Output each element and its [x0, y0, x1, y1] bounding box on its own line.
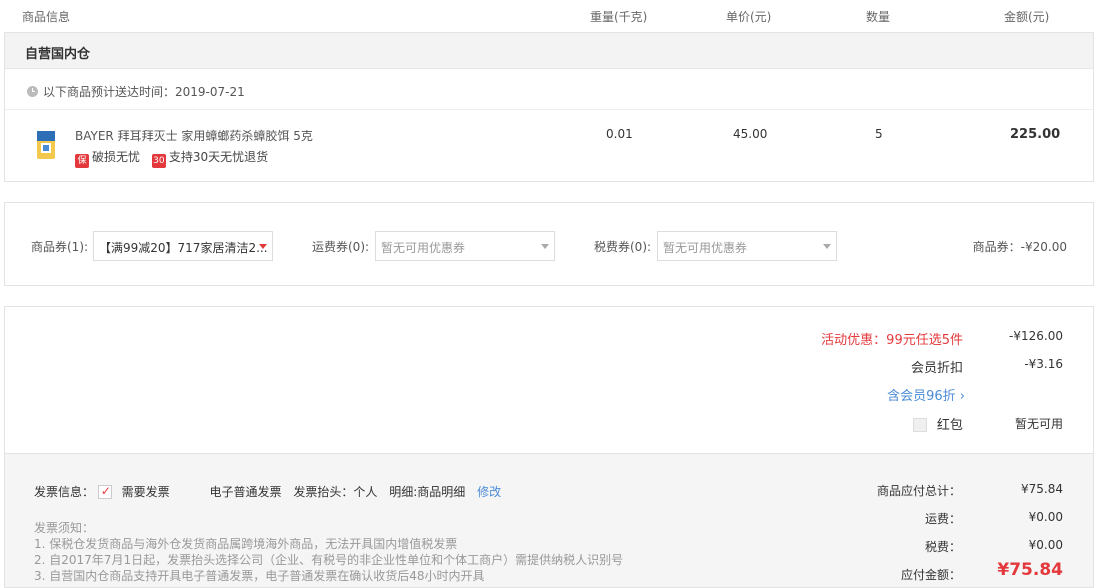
chevron-down-icon [259, 244, 267, 249]
product-image[interactable] [33, 129, 59, 161]
coupon-summary: 商品券：-¥20.00 [972, 240, 1067, 254]
clock-icon [27, 86, 38, 97]
header-product-info: 商品信息 [22, 10, 71, 24]
tax-coupon-label: 税费券(0): [594, 240, 652, 254]
warehouse-section: 自营国内仓 以下商品预计送达时间：2019-07-21 BAYER 拜耳拜灭士 … [4, 32, 1094, 182]
shipping-fee-value: ¥0.00 [1028, 510, 1063, 524]
invoice-detail: 明细:商品明细 [389, 485, 466, 499]
tax-fee-value: ¥0.00 [1028, 538, 1063, 552]
damage-guarantee-icon: 保 [75, 154, 89, 168]
tax-coupon-select[interactable]: 暂无可用优惠券 [657, 231, 837, 261]
shipping-coupon-label: 运费券(0): [312, 240, 370, 254]
goods-coupon-value: 【满99减20】717家居清洁2... [99, 241, 268, 255]
product-tags: 保破损无忧 30 支持30天无忧退货 [75, 148, 268, 168]
redpacket-value: 暂无可用 [1014, 417, 1063, 431]
member-discount-value: -¥3.16 [1024, 357, 1063, 371]
goods-total-label: 商品应付总计： [876, 484, 961, 498]
table-header: 商品信息 重量(千克) 单价(元) 数量 金额(元) [0, 0, 1097, 32]
redpacket-checkbox[interactable] [913, 418, 927, 432]
payable-label: 应付金额： [900, 568, 961, 582]
redpacket-label: 红包 [936, 418, 963, 433]
header-amount: 金额(元) [1004, 10, 1050, 24]
redpacket-row: 红包 [913, 414, 963, 433]
invoice-label: 发票信息： [34, 485, 95, 499]
tax-coupon-value: 暂无可用优惠券 [663, 241, 748, 255]
member-discount-label: 会员折扣 [910, 361, 963, 376]
tag-return-30days: 支持30天无忧退货 [168, 150, 269, 164]
header-quantity: 数量 [866, 10, 891, 24]
shipping-coupon-select[interactable]: 暂无可用优惠券 [375, 231, 555, 261]
shipping-coupon-value: 暂无可用优惠券 [381, 241, 466, 255]
product-quantity: 5 [875, 127, 883, 141]
goods-coupon-label: 商品券(1): [31, 240, 89, 254]
summary-section: 发票信息： 需要发票 电子普通发票 发票抬头：个人 明细:商品明细 修改 发票须… [4, 454, 1094, 588]
chevron-down-icon [541, 244, 549, 249]
invoice-notes-title: 发票须知： [34, 521, 95, 535]
payable-amount: ¥75.84 [997, 560, 1063, 580]
invoice-title: 发票抬头：个人 [293, 485, 378, 499]
invoice-note-1: 1. 保税仓发货商品与海外仓发货商品属跨境海外商品，无法开具国内增值税发票 [34, 537, 458, 551]
coupons-section: 商品券(1): 【满99减20】717家居清洁2... 运费券(0): 暂无可用… [4, 202, 1094, 286]
activity-discount-value: -¥126.00 [1009, 329, 1063, 343]
product-amount: 225.00 [1010, 127, 1061, 142]
tag-damage-guarantee: 破损无忧 [92, 150, 141, 164]
need-invoice-label: 需要发票 [121, 485, 170, 499]
product-weight: 0.01 [606, 127, 633, 141]
header-weight: 重量(千克) [590, 10, 648, 24]
discounts-section: 活动优惠：99元任选5件 -¥126.00 会员折扣 -¥3.16 含会员96折… [4, 306, 1094, 454]
shipping-fee-label: 运费： [924, 512, 961, 526]
delivery-text: 以下商品预计送达时间：2019-07-21 [43, 85, 245, 99]
invoice-row: 发票信息： 需要发票 电子普通发票 发票抬头：个人 明细:商品明细 修改 [34, 483, 501, 500]
invoice-type: 电子普通发票 [209, 485, 282, 499]
warehouse-title: 自营国内仓 [5, 33, 1093, 69]
activity-discount-label: 活动优惠：99元任选5件 [821, 333, 963, 348]
goods-total-value: ¥75.84 [1021, 482, 1063, 496]
member-discount-link[interactable]: 含会员96折 › [665, 385, 965, 404]
return-30days-icon: 30 [151, 154, 166, 168]
product-price: 45.00 [733, 127, 768, 141]
chevron-down-icon [823, 244, 831, 249]
tax-fee-label: 税费： [924, 540, 961, 554]
invoice-notes: 发票须知： 1. 保税仓发货商品与海外仓发货商品属跨境海外商品，无法开具国内增值… [34, 520, 623, 584]
header-unit-price: 单价(元) [726, 10, 772, 24]
delivery-info: 以下商品预计送达时间：2019-07-21 [5, 70, 1093, 110]
invoice-note-2: 2. 自2017年7月1日起，发票抬头选择公司（企业、有税号的非企业性单位和个体… [34, 553, 624, 567]
product-name[interactable]: BAYER 拜耳拜灭士 家用蟑螂药杀蟑胶饵 5克 [75, 127, 313, 144]
goods-coupon-select[interactable]: 【满99减20】717家居清洁2... [93, 231, 273, 261]
invoice-edit-link[interactable]: 修改 [477, 485, 501, 499]
need-invoice-checkbox[interactable] [97, 484, 112, 499]
invoice-note-3: 3. 自营国内仓商品支持开具电子普通发票，电子普通发票在确认收货后48小时内开具 [34, 569, 485, 583]
